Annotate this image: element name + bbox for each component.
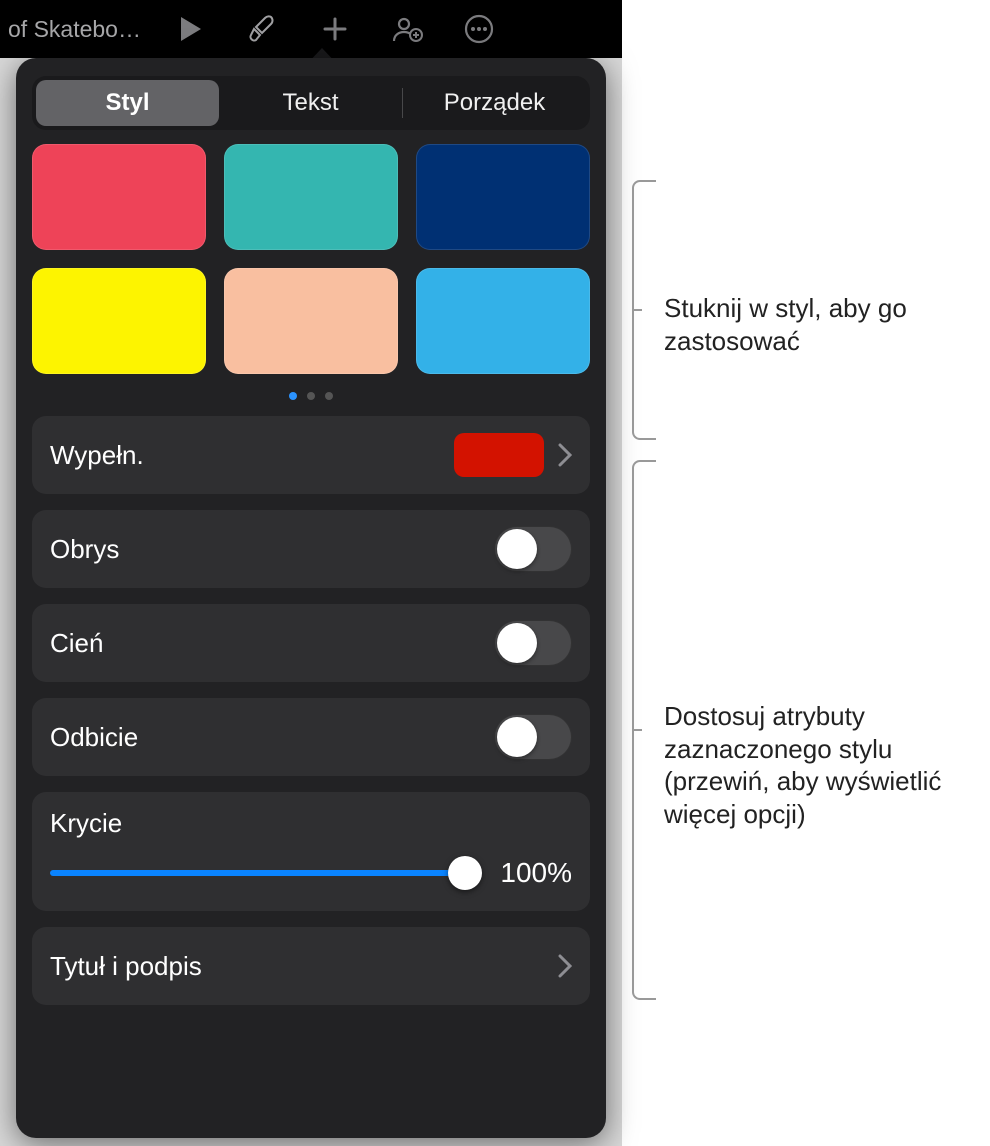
shadow-row[interactable]: Cień [32,604,590,682]
tab-arrange[interactable]: Porządek [403,80,586,126]
callout-brace [632,180,656,440]
page-dots[interactable] [32,384,590,408]
more-icon[interactable] [457,7,501,51]
tab-arrange-label: Porządek [444,89,545,117]
slider-thumb[interactable] [448,856,482,890]
opacity-row: Krycie 100% [32,792,590,911]
callout-styles: Stuknij w styl, aby go zastosować [622,180,942,357]
reflection-row[interactable]: Odbicie [32,698,590,776]
page-dot [325,392,333,400]
tab-text-label: Tekst [282,89,338,117]
style-swatch[interactable] [224,268,398,374]
style-swatch[interactable] [416,268,590,374]
tab-style-label: Styl [105,89,149,117]
callout-text: Stuknij w styl, aby go zastosować [622,292,942,357]
title-caption-row[interactable]: Tytuł i podpis [32,927,590,1005]
opacity-value: 100% [488,857,572,889]
style-swatch[interactable] [224,144,398,250]
format-popover: Styl Tekst Porządek [16,58,606,1138]
chevron-right-icon [558,954,572,978]
style-swatch[interactable] [32,144,206,250]
stroke-label: Obrys [50,534,494,565]
style-swatch[interactable] [32,268,206,374]
callout-text: Dostosuj atrybuty zaznaczonego stylu (pr… [622,700,952,830]
opacity-label: Krycie [50,808,572,839]
opacity-slider[interactable] [50,870,468,876]
add-icon[interactable] [313,7,357,51]
reflection-label: Odbicie [50,722,494,753]
shadow-label: Cień [50,628,494,659]
style-swatch[interactable] [416,144,590,250]
page-dot [289,392,297,400]
tab-segmented-control: Styl Tekst Porządek [32,76,590,130]
annotation-column: Stuknij w styl, aby go zastosować Dostos… [622,0,990,1146]
fill-row[interactable]: Wypełn. [32,416,590,494]
stroke-row[interactable]: Obrys [32,510,590,588]
play-icon[interactable] [169,7,213,51]
callout-brace [632,460,656,1000]
stroke-toggle[interactable] [494,526,572,572]
title-caption-label: Tytuł i podpis [50,951,558,982]
chevron-right-icon [558,443,572,467]
share-person-icon[interactable] [385,7,429,51]
format-brush-icon[interactable] [241,7,285,51]
tab-text[interactable]: Tekst [219,80,402,126]
fill-label: Wypełn. [50,440,454,471]
page-dot [307,392,315,400]
style-swatch-grid [32,144,590,374]
shadow-toggle[interactable] [494,620,572,666]
callout-attributes: Dostosuj atrybuty zaznaczonego stylu (pr… [622,460,952,830]
fill-color-swatch [454,433,544,477]
reflection-toggle[interactable] [494,714,572,760]
document-title: of Skatebo… [8,16,141,43]
tab-style[interactable]: Styl [36,80,219,126]
